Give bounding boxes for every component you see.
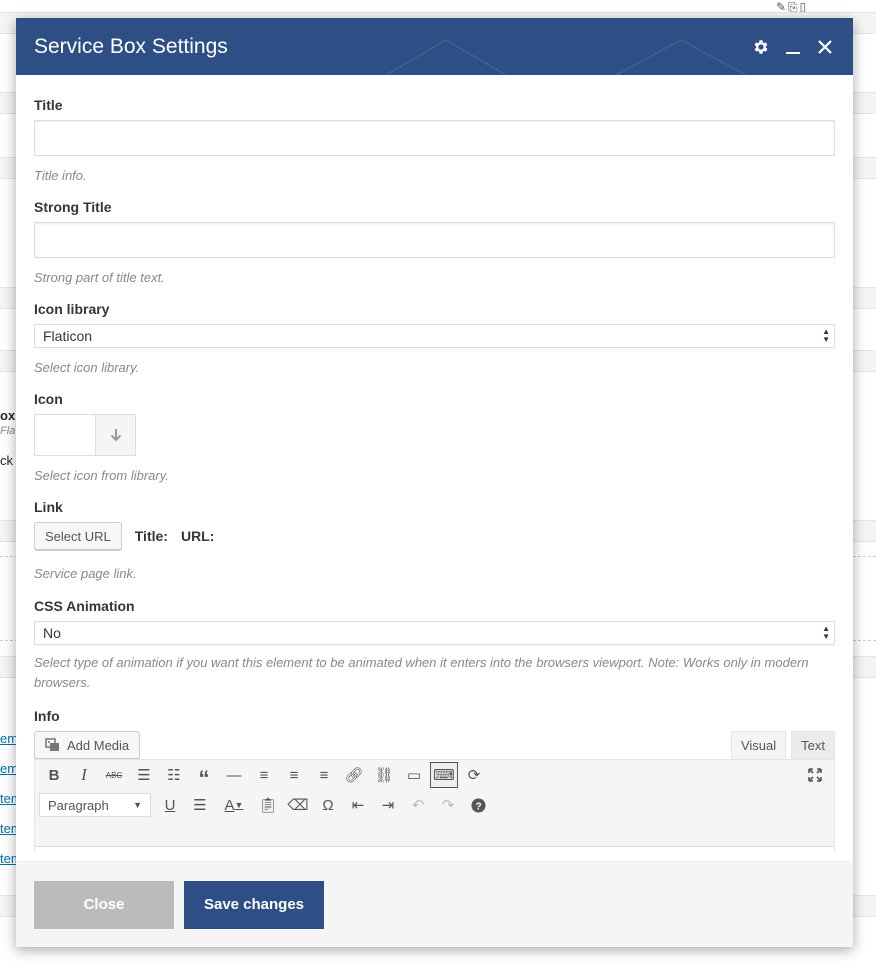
paste-text-icon[interactable]: 📋︎ <box>253 791 283 819</box>
icon-library-label: Icon library <box>34 301 110 317</box>
link-title-label: Title: <box>134 528 168 544</box>
modal-body: Title Title info. Strong Title Strong pa… <box>16 75 853 861</box>
modal-header[interactable]: Service Box Settings <box>16 18 853 75</box>
save-changes-button[interactable]: Save changes <box>184 880 324 929</box>
css-animation-selected: No <box>43 625 61 641</box>
redo-icon[interactable]: ↷ <box>433 791 463 819</box>
link-help: Service page link. <box>34 566 137 581</box>
strikethrough-icon[interactable]: ABC <box>99 761 129 789</box>
strong-title-label: Strong Title <box>34 199 112 215</box>
justify-icon[interactable]: ☰ <box>185 791 215 819</box>
background-text: ox <box>0 408 16 423</box>
css-animation-help: Select type of animation if you want thi… <box>34 655 809 690</box>
toolbar-row-1: B I ABC ☰ ☷ “ ― ≡ ≡ ≡ 🔗︎ ⛓︎ ▭ ⌨︎ ⟳ <box>35 760 834 791</box>
undo-icon[interactable]: ↶ <box>403 791 433 819</box>
link-row: Select URL Title: URL: <box>34 522 835 550</box>
icon-help: Select icon from library. <box>34 468 169 483</box>
icon-preview[interactable] <box>35 415 96 455</box>
fullscreen-icon[interactable] <box>800 761 830 789</box>
chevron-down-icon: ▼ <box>133 800 142 810</box>
unlink-icon[interactable]: ⛓︎ <box>369 761 399 789</box>
icon-dropdown-button[interactable] <box>96 415 135 455</box>
add-media-button[interactable]: Add Media <box>34 731 141 759</box>
bold-icon[interactable]: B <box>39 761 69 789</box>
link-icon[interactable]: 🔗︎ <box>339 761 369 789</box>
title-field: Title Title info. <box>34 97 835 199</box>
editor-tabs: Visual Text <box>730 731 835 759</box>
special-character-icon[interactable]: Ω <box>313 791 343 819</box>
strong-title-input[interactable] <box>34 222 835 258</box>
svg-text:?: ? <box>475 801 481 812</box>
bulleted-list-icon[interactable]: ☰ <box>129 761 159 789</box>
select-url-button[interactable]: Select URL <box>34 522 122 550</box>
icon-picker <box>34 414 136 456</box>
media-icon <box>45 738 59 751</box>
format-select[interactable]: Paragraph ▼ <box>39 793 151 817</box>
close-icon[interactable] <box>815 37 835 57</box>
toolbar-toggle-icon[interactable]: ⌨︎ <box>430 762 458 788</box>
tab-text[interactable]: Text <box>791 731 835 759</box>
close-button[interactable]: Close <box>34 880 174 929</box>
indent-icon[interactable]: ⇥ <box>373 791 403 819</box>
background-text: Fla <box>0 425 16 437</box>
link-field: Link Select URL Title: URL: Service page… <box>34 499 835 598</box>
editor-box: B I ABC ☰ ☷ “ ― ≡ ≡ ≡ 🔗︎ ⛓︎ ▭ ⌨︎ ⟳ Parag… <box>34 759 835 853</box>
icon-library-help: Select icon library. <box>34 360 140 375</box>
add-media-label: Add Media <box>67 737 130 753</box>
help-icon[interactable]: ? <box>463 791 493 819</box>
strong-title-help: Strong part of title text. <box>34 270 165 285</box>
gear-icon[interactable] <box>751 37 771 57</box>
select-arrows-icon: ▲ ▼ <box>822 327 830 344</box>
editor-content-area[interactable] <box>35 846 834 853</box>
title-label: Title <box>34 97 63 113</box>
strong-title-field: Strong Title Strong part of title text. <box>34 199 835 301</box>
select-arrows-icon: ▲ ▼ <box>822 624 830 641</box>
align-left-icon[interactable]: ≡ <box>249 761 279 789</box>
outdent-icon[interactable]: ⇤ <box>343 791 373 819</box>
format-select-value: Paragraph <box>48 797 109 813</box>
modal-footer: Close Save changes <box>16 861 853 947</box>
link-url-label: URL: <box>180 528 215 544</box>
minimize-icon[interactable] <box>783 37 803 57</box>
clear-formatting-icon[interactable]: ⌫ <box>283 791 313 819</box>
text-color-icon[interactable]: A ▼ <box>215 791 253 819</box>
read-more-icon[interactable]: ▭ <box>399 761 429 789</box>
icon-library-field: Icon library Flaticon ▲ ▼ Select icon lib… <box>34 301 835 391</box>
arrow-down-icon <box>110 429 121 442</box>
italic-icon[interactable]: I <box>69 761 99 789</box>
modal-title: Service Box Settings <box>34 34 228 58</box>
numbered-list-icon[interactable]: ☷ <box>159 761 189 789</box>
toolbar-row-2: Paragraph ▼ U ☰ A ▼ 📋︎ ⌫ Ω ⇤ ⇥ ↶ ↷ ? <box>35 790 834 820</box>
icon-field: Icon Select icon from library. <box>34 391 835 499</box>
title-input[interactable] <box>34 120 835 156</box>
horizontal-line-icon[interactable]: ― <box>219 761 249 789</box>
info-field: Info Add Media Visual Text B I ABC ☰ ☷ “… <box>34 708 835 853</box>
icon-library-select[interactable]: Flaticon ▲ ▼ <box>34 324 835 348</box>
background-text: ck <box>0 453 13 468</box>
align-center-icon[interactable]: ≡ <box>279 761 309 789</box>
align-right-icon[interactable]: ≡ <box>309 761 339 789</box>
header-icons <box>751 37 835 57</box>
service-box-settings-modal: Service Box Settings Title Title info. S… <box>16 18 853 947</box>
link-label: Link <box>34 499 63 515</box>
css-animation-field: CSS Animation No ▲ ▼ Select type of anima… <box>34 598 835 708</box>
info-label: Info <box>34 708 60 724</box>
editor-top: Add Media Visual Text <box>34 731 835 759</box>
css-animation-label: CSS Animation <box>34 598 135 614</box>
refresh-icon[interactable]: ⟳ <box>459 761 489 789</box>
css-animation-select[interactable]: No ▲ ▼ <box>34 621 835 645</box>
icon-library-selected: Flaticon <box>43 328 93 344</box>
title-help: Title info. <box>34 168 87 183</box>
tab-visual[interactable]: Visual <box>730 731 787 759</box>
underline-icon[interactable]: U <box>155 791 185 819</box>
icon-label: Icon <box>34 391 63 407</box>
blockquote-icon[interactable]: “ <box>189 761 219 791</box>
